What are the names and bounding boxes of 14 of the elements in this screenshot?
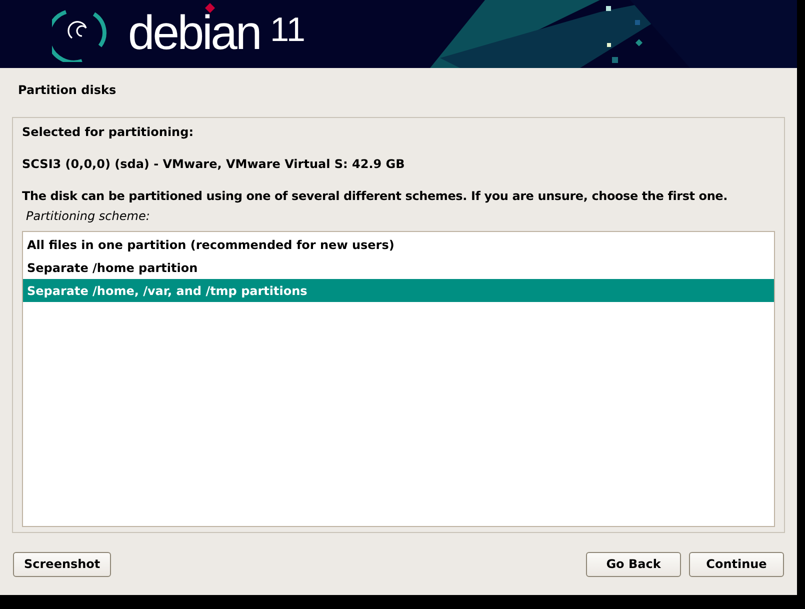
- page-title: Partition disks: [18, 82, 116, 99]
- action-button[interactable]: Continue: [689, 552, 784, 576]
- disk-text: SCSI3 (0,0,0) (sda) - VMware, VMware Virtual S: 42.9 GB: [22, 156, 405, 173]
- action-button[interactable]: Screenshot: [13, 552, 112, 576]
- logo-text: debian: [128, 14, 260, 54]
- description-text: The disk can be partitioned using one of several different schemes. If you are unsure, choose the first one.: [22, 188, 728, 205]
- action-button[interactable]: Go Back: [586, 552, 681, 576]
- scheme-option[interactable]: Separate /home, /var, and /tmp partitions: [23, 279, 774, 302]
- version-text: 11: [270, 13, 306, 47]
- selected-label: Selected for partitioning:: [22, 124, 194, 141]
- scheme-option[interactable]: Separate /home partition: [23, 256, 774, 279]
- list-label: Partitioning scheme:: [26, 208, 150, 225]
- scheme-option[interactable]: All files in one partition (recommended for new users): [23, 233, 774, 256]
- diamond-icon: [205, 3, 215, 13]
